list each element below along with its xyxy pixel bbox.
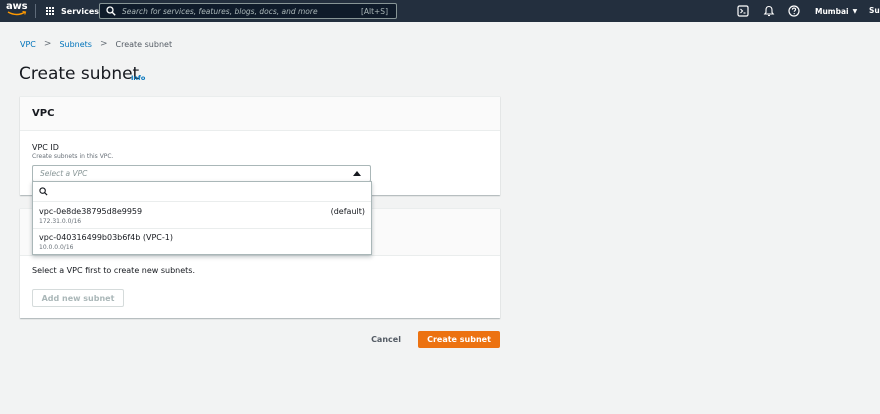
caret-down-icon: ▼ (852, 7, 858, 15)
notifications-bell-icon[interactable] (763, 5, 775, 17)
chevron-right-icon: > (43, 39, 52, 49)
breadcrumb-vpc[interactable]: VPC (20, 40, 36, 49)
search-icon (39, 187, 48, 196)
search-icon (106, 6, 116, 16)
vpc-panel-header: VPC (20, 97, 500, 131)
vpc-select-placeholder: Select a VPC (40, 169, 88, 178)
region-label: Mumbai (815, 6, 849, 16)
subnet-empty-message: Select a VPC first to create new subnets… (32, 266, 196, 275)
vpc-option[interactable]: vpc-0e8de38795d8e9959 172.31.0.0/16 (def… (33, 203, 371, 229)
vpc-id-description: Create subnets in this VPC. (32, 153, 114, 160)
help-icon[interactable] (788, 5, 800, 17)
dropdown-filter-input[interactable] (53, 185, 353, 199)
dropdown-filter[interactable] (33, 182, 371, 202)
vpc-option-cidr: 172.31.0.0/16 (39, 218, 82, 225)
vpc-option-id: vpc-040316499b03b6f4b (VPC-1) (39, 233, 173, 242)
services-label: Services (61, 6, 100, 16)
breadcrumb-current: Create subnet (115, 39, 173, 49)
services-grid-icon (46, 6, 55, 16)
top-navigation-bar: aws Services [Alt+S] Mumbai ▼ (0, 0, 880, 22)
aws-smile-icon (7, 11, 27, 16)
region-selector[interactable]: Mumbai ▼ (815, 0, 857, 22)
search-shortcut-hint: [Alt+S] (360, 6, 388, 16)
global-search-box[interactable]: [Alt+S] (99, 3, 397, 19)
page-title: Create subnet (19, 64, 140, 84)
vpc-id-label: VPC ID (32, 143, 59, 152)
breadcrumb-subnets[interactable]: Subnets (59, 40, 92, 49)
vpc-dropdown-menu: vpc-0e8de38795d8e9959 172.31.0.0/16 (def… (32, 181, 372, 255)
caret-up-icon (353, 171, 361, 176)
cloudshell-icon[interactable] (737, 5, 749, 17)
cancel-button[interactable]: Cancel (363, 331, 409, 348)
global-search-input[interactable] (122, 6, 361, 16)
aws-logo[interactable]: aws (6, 2, 28, 18)
create-subnet-button[interactable]: Create subnet (418, 331, 500, 348)
services-menu-button[interactable]: Services (46, 0, 99, 22)
vpc-option-id: vpc-0e8de38795d8e9959 (39, 207, 143, 216)
add-new-subnet-button[interactable]: Add new subnet (32, 289, 124, 307)
breadcrumb: VPC > Subnets > Create subnet (20, 39, 172, 49)
vpc-select[interactable]: Select a VPC (32, 165, 371, 182)
vpc-option[interactable]: vpc-040316499b03b6f4b (VPC-1) 10.0.0.0/1… (33, 229, 371, 255)
nav-divider (35, 4, 36, 18)
vpc-option-cidr: 10.0.0.0/16 (39, 244, 74, 251)
info-link[interactable]: Info (131, 74, 145, 82)
account-menu[interactable]: Sur (869, 0, 880, 22)
chevron-right-icon: > (99, 39, 108, 49)
vpc-option-default-tag: (default) (330, 207, 365, 216)
